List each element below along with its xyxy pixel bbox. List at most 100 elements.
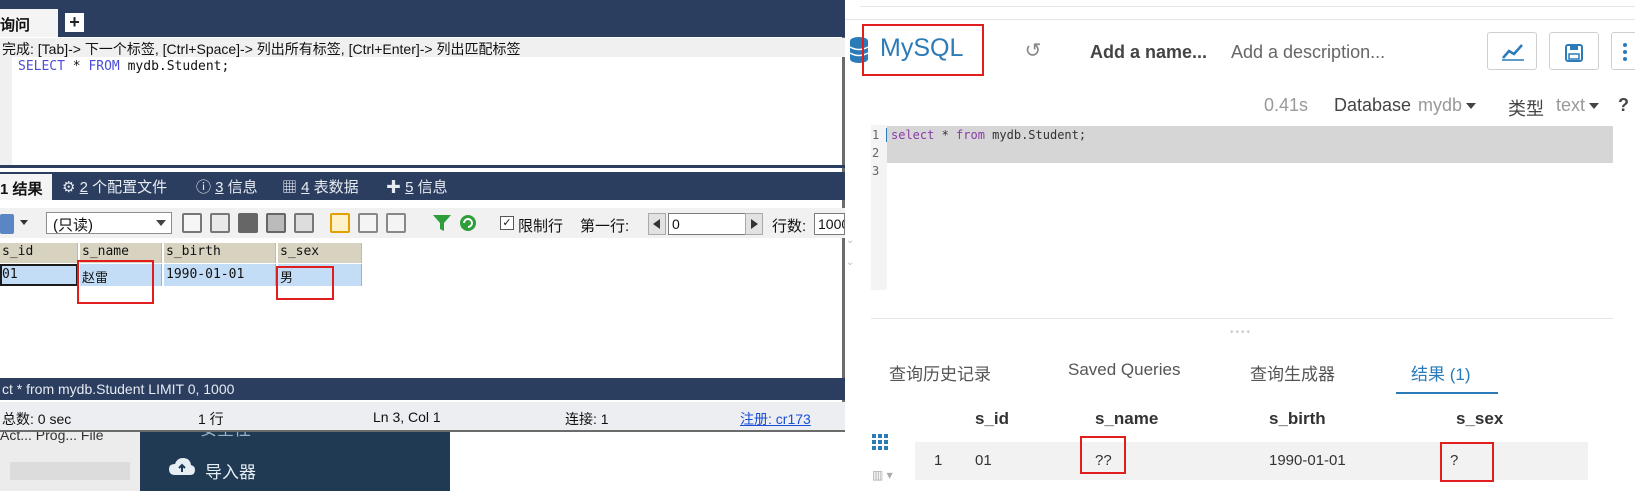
- first-row-label: 第一行:: [580, 218, 630, 235]
- column-header-s-id[interactable]: s_id: [0, 243, 78, 263]
- resize-handle[interactable]: ••••: [1230, 327, 1252, 338]
- divider: [0, 165, 845, 168]
- more-menu-button[interactable]: [1611, 32, 1635, 70]
- cell-s-id[interactable]: 01: [975, 452, 992, 469]
- chart-button[interactable]: [1487, 32, 1537, 70]
- highlight-box: [1440, 442, 1494, 482]
- tab-results[interactable]: 结果 (1): [1411, 360, 1471, 385]
- column-header-s-id[interactable]: s_id: [975, 409, 1009, 429]
- tab-info-2[interactable]: ✚ 5 信息: [386, 176, 448, 198]
- tab-table-data[interactable]: ▦ 4 表数据: [282, 176, 359, 198]
- save-icon: [1565, 44, 1583, 62]
- column-header-s-birth[interactable]: s_birth: [164, 243, 276, 263]
- tab-profiles[interactable]: ⚙ 2 个配置文件: [62, 176, 167, 198]
- chevron-down-icon[interactable]: [20, 220, 28, 225]
- chevron-down-icon: [156, 220, 166, 226]
- filter-icon[interactable]: [432, 213, 452, 233]
- cell-s-birth[interactable]: 1990-01-01: [1269, 452, 1346, 469]
- active-tab-indicator: [1396, 392, 1498, 394]
- editor-gutter: [0, 57, 12, 167]
- save-icon[interactable]: [238, 213, 258, 233]
- line-number: 1: [872, 128, 880, 142]
- database-select[interactable]: mydb: [1418, 95, 1477, 116]
- query-tab-bar: [0, 8, 845, 37]
- executed-query-bar: ct * from mydb.Student LIMIT 0, 1000: [0, 378, 845, 400]
- cell-s-id[interactable]: 01: [0, 264, 78, 286]
- window-frame: [0, 0, 845, 8]
- type-label: 类型: [1508, 99, 1544, 119]
- rows-input[interactable]: 1000: [814, 213, 845, 235]
- bar-chart-icon[interactable]: ▥ ▾: [872, 468, 893, 482]
- divider: [845, 19, 1635, 20]
- autocomplete-hint: 完成: [Tab]-> 下一个标签, [Ctrl+Space]-> 列出所有标签…: [0, 38, 845, 57]
- chevron-down-icon: [1589, 103, 1600, 110]
- cell-s-birth[interactable]: 1990-01-01: [164, 264, 276, 286]
- tab-info[interactable]: ⓘ 3 信息: [196, 176, 258, 198]
- form-view-icon[interactable]: [358, 213, 378, 233]
- connections-count: 连接: 1: [565, 411, 609, 427]
- cancel-icon[interactable]: [294, 213, 314, 233]
- line-number: 2: [872, 146, 880, 160]
- row-count: 1 行: [198, 411, 224, 427]
- column-header-s-birth[interactable]: s_birth: [1269, 409, 1326, 429]
- total-time: 总数: 0 sec: [2, 411, 72, 427]
- tab-query-builder[interactable]: 查询生成器: [1250, 360, 1335, 385]
- refresh-icon[interactable]: [458, 213, 478, 233]
- next-page-button[interactable]: [745, 213, 763, 235]
- save-button[interactable]: [1549, 32, 1599, 70]
- type-select[interactable]: text: [1556, 95, 1600, 116]
- rows-label: 行数:: [772, 218, 807, 235]
- row-index: 1: [934, 452, 943, 469]
- limit-rows-label: 限制行: [518, 218, 564, 235]
- column-header-s-name[interactable]: s_name: [1095, 409, 1158, 429]
- delete-icon[interactable]: [266, 213, 286, 233]
- history-icon[interactable]: ↺: [1022, 40, 1044, 62]
- highlight-box: [862, 24, 984, 76]
- prev-page-button[interactable]: [648, 213, 666, 235]
- cloud-upload-icon: [169, 458, 195, 475]
- sql-editor-code[interactable]: select * from mydb.Student;: [891, 128, 1086, 142]
- divider: [871, 318, 1613, 319]
- tab-saved-queries[interactable]: Saved Queries: [1068, 360, 1180, 380]
- sidebar-item-importer[interactable]: 导入器: [205, 458, 256, 483]
- insert-row-icon[interactable]: [182, 213, 202, 233]
- scrollbar[interactable]: [10, 462, 130, 480]
- type-value: text: [1556, 95, 1586, 115]
- info-icon: ✚: [386, 179, 406, 196]
- line-number: 3: [872, 164, 880, 178]
- table-icon: ▦: [282, 179, 302, 196]
- limit-rows-checkbox[interactable]: ✓: [500, 216, 514, 230]
- execution-time: 0.41s: [1264, 95, 1309, 115]
- tab-query-history[interactable]: 查询历史记录: [889, 360, 991, 385]
- cursor-marker: [886, 128, 887, 142]
- divider: [860, 6, 1635, 7]
- query-description-input[interactable]: Add a description...: [1231, 42, 1385, 63]
- readonly-select[interactable]: (只读): [46, 212, 172, 234]
- chevron-down-icon: [1466, 103, 1477, 110]
- query-name-input[interactable]: Add a name...: [1090, 42, 1207, 63]
- info-icon: ⓘ: [196, 179, 216, 196]
- column-header-s-sex[interactable]: s_sex: [1456, 409, 1503, 429]
- more-vertical-icon: [1623, 43, 1627, 61]
- help-icon[interactable]: ?: [1618, 95, 1629, 116]
- tab-query[interactable]: 询问: [0, 9, 58, 37]
- duplicate-row-icon[interactable]: [210, 213, 230, 233]
- highlight-box: [77, 260, 154, 304]
- register-link[interactable]: 注册: cr173: [740, 409, 811, 429]
- export-icon[interactable]: [0, 214, 14, 234]
- database-value: mydb: [1418, 95, 1463, 115]
- line-chart-icon: [1502, 44, 1524, 61]
- add-tab-button[interactable]: +: [65, 13, 84, 32]
- text-view-icon[interactable]: [386, 213, 406, 233]
- database-label: Database: [1334, 95, 1412, 115]
- sql-editor-code[interactable]: SELECT * FROM mydb.Student;: [18, 59, 229, 74]
- tab-result[interactable]: 1 结果: [0, 174, 52, 200]
- profile-icon: ⚙: [62, 179, 80, 196]
- fold-markers: ⌄ ⌄: [846, 235, 855, 268]
- grid-view-icon[interactable]: [872, 434, 888, 450]
- column-header-s-sex[interactable]: s_sex: [278, 243, 362, 263]
- highlight-box: [1080, 436, 1126, 474]
- cursor-position: Ln 3, Col 1: [373, 409, 441, 425]
- grid-view-icon[interactable]: [330, 213, 350, 233]
- highlight-box: [276, 266, 334, 300]
